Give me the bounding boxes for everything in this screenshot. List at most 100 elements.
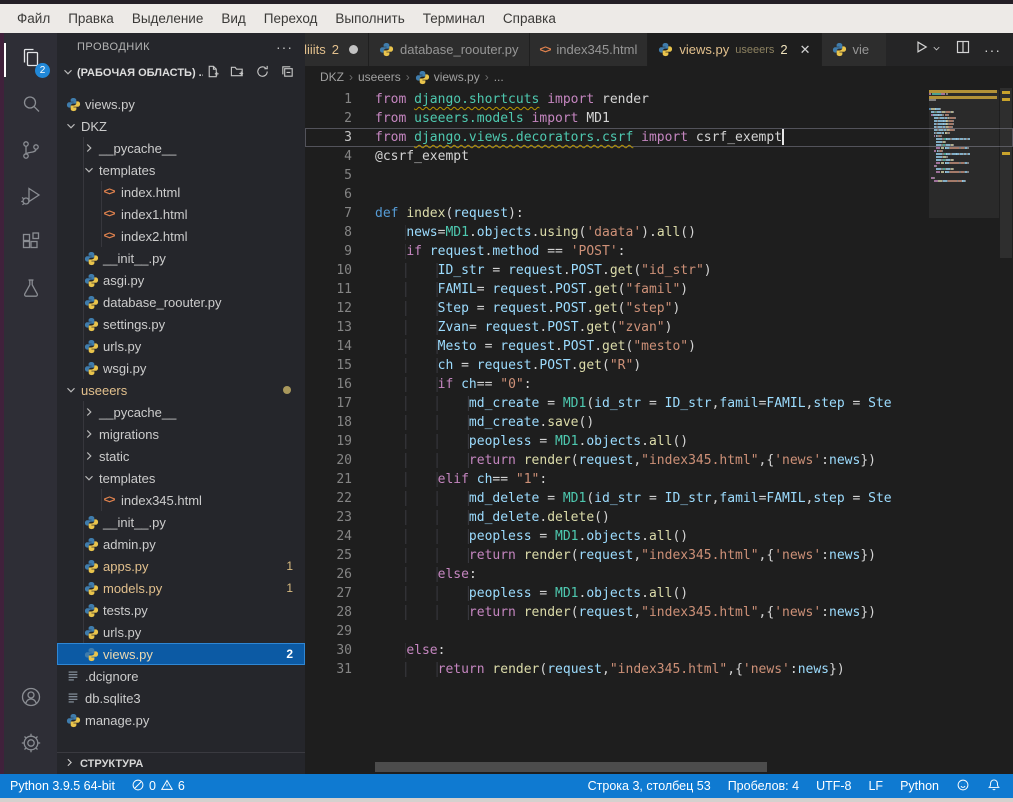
tree-file-db.sqlite3[interactable]: db.sqlite3: [57, 687, 305, 709]
tree-file-settings.py[interactable]: settings.py: [57, 313, 305, 335]
new-file-icon[interactable]: [205, 64, 220, 82]
menu-item[interactable]: Выполнить: [326, 11, 413, 26]
sidebar-more-actions-icon[interactable]: ···: [276, 39, 293, 55]
code-line-5[interactable]: 5: [305, 166, 1013, 185]
code-line-24[interactable]: 24 peopless = MD1.objects.all(): [305, 527, 1013, 546]
code-line-9[interactable]: 9 if request.method == 'POST':: [305, 242, 1013, 261]
feedback-button[interactable]: [956, 778, 970, 795]
code-line-12[interactable]: 12 Step = request.POST.get("step"): [305, 299, 1013, 318]
tree-file-views.py[interactable]: views.py: [57, 93, 305, 115]
activity-source-control-button[interactable]: [4, 129, 57, 175]
eol-status[interactable]: LF: [868, 779, 883, 793]
problems-status[interactable]: 0 6: [131, 778, 185, 795]
tree-file-urls.py[interactable]: urls.py: [57, 621, 305, 643]
tab-diiits[interactable]: diiits2: [305, 33, 369, 66]
code-line-22[interactable]: 22 md_delete = MD1(id_str = ID_str,famil…: [305, 489, 1013, 508]
workspace-section-header[interactable]: (РАБОЧАЯ ОБЛАСТЬ) ...: [57, 61, 305, 85]
tree-file-wsgi.py[interactable]: wsgi.py: [57, 357, 305, 379]
breadcrumb-item[interactable]: views.py: [415, 70, 480, 85]
tree-file-manage.py[interactable]: manage.py: [57, 709, 305, 731]
code-line-10[interactable]: 10 ID_str = request.POST.get("id_str"): [305, 261, 1013, 280]
close-icon[interactable]: ✕: [800, 42, 811, 58]
more-actions-icon[interactable]: ···: [984, 42, 1001, 58]
collapse-all-icon[interactable]: [280, 64, 295, 82]
tree-folder-__pycache__[interactable]: __pycache__: [57, 401, 305, 423]
account-button[interactable]: [4, 676, 57, 722]
tree-file-index2.html[interactable]: <>index2.html: [57, 225, 305, 247]
code-line-15[interactable]: 15 ch = request.POST.get("R"): [305, 356, 1013, 375]
code-line-21[interactable]: 21 elif ch== "1":: [305, 470, 1013, 489]
tree-folder-DKZ[interactable]: DKZ: [57, 115, 305, 137]
code-line-19[interactable]: 19 peopless = MD1.objects.all(): [305, 432, 1013, 451]
code-line-27[interactable]: 27 peopless = MD1.objects.all(): [305, 584, 1013, 603]
tab-index345.html[interactable]: <>index345.html: [530, 33, 649, 66]
activity-run-debug-button[interactable]: [4, 175, 57, 221]
tree-folder-useeers[interactable]: useeers: [57, 379, 305, 401]
tree-file-.dcignore[interactable]: .dcignore: [57, 665, 305, 687]
menu-item[interactable]: Вид: [212, 11, 254, 26]
tree-folder-__pycache__[interactable]: __pycache__: [57, 137, 305, 159]
tree-file-index345.html[interactable]: <>index345.html: [57, 489, 305, 511]
tree-file-views.py[interactable]: views.py2: [57, 643, 305, 665]
horizontal-scrollbar[interactable]: [375, 762, 767, 772]
tree-file-tests.py[interactable]: tests.py: [57, 599, 305, 621]
menu-item[interactable]: Переход: [255, 11, 327, 26]
menu-item[interactable]: Терминал: [414, 11, 494, 26]
code-line-6[interactable]: 6: [305, 185, 1013, 204]
code-line-30[interactable]: 30 else:: [305, 641, 1013, 660]
code-line-26[interactable]: 26 else:: [305, 565, 1013, 584]
code-line-18[interactable]: 18 md_create.save(): [305, 413, 1013, 432]
code-line-29[interactable]: 29: [305, 622, 1013, 641]
tree-file-asgi.py[interactable]: asgi.py: [57, 269, 305, 291]
run-button[interactable]: [913, 39, 942, 60]
code-line-8[interactable]: 8 news=MD1.objects.using('daata').all(): [305, 223, 1013, 242]
code-line-13[interactable]: 13 Zvan= request.POST.get("zvan"): [305, 318, 1013, 337]
tree-file-urls.py[interactable]: urls.py: [57, 335, 305, 357]
code-line-17[interactable]: 17 md_create = MD1(id_str = ID_str,famil…: [305, 394, 1013, 413]
tree-file-index.html[interactable]: <>index.html: [57, 181, 305, 203]
cursor-position-status[interactable]: Строка 3, столбец 53: [588, 779, 711, 793]
code-line-7[interactable]: 7def index(request):: [305, 204, 1013, 223]
code-line-4[interactable]: 4@csrf_exempt: [305, 147, 1013, 166]
code-line-31[interactable]: 31 return render(request,"index345.html"…: [305, 660, 1013, 679]
vertical-scrollbar-slider[interactable]: [1000, 88, 1012, 258]
code-line-23[interactable]: 23 md_delete.delete(): [305, 508, 1013, 527]
activity-extensions-button[interactable]: [4, 221, 57, 267]
code-line-3[interactable]: 3from django.views.decorators.csrf impor…: [305, 128, 1013, 147]
code-editor[interactable]: 1from django.shortcuts import render2fro…: [305, 88, 1013, 774]
tree-folder-static[interactable]: static: [57, 445, 305, 467]
tree-file-database_roouter.py[interactable]: database_roouter.py: [57, 291, 305, 313]
minimap[interactable]: [929, 90, 999, 290]
split-editor-icon[interactable]: [955, 39, 971, 60]
tree-file-apps.py[interactable]: apps.py1: [57, 555, 305, 577]
language-mode-status[interactable]: Python: [900, 779, 939, 793]
vertical-scrollbar[interactable]: [999, 88, 1013, 774]
menu-item[interactable]: Файл: [8, 11, 59, 26]
outline-section-header[interactable]: СТРУКТУРА: [57, 752, 305, 774]
tree-folder-migrations[interactable]: migrations: [57, 423, 305, 445]
code-line-1[interactable]: 1from django.shortcuts import render: [305, 90, 1013, 109]
code-line-11[interactable]: 11 FAMIL= request.POST.get("famil"): [305, 280, 1013, 299]
menu-item[interactable]: Правка: [59, 11, 123, 26]
code-line-16[interactable]: 16 if ch== "0":: [305, 375, 1013, 394]
tree-file-admin.py[interactable]: admin.py: [57, 533, 305, 555]
tab-database_roouter.py[interactable]: database_roouter.py: [369, 33, 530, 66]
code-line-14[interactable]: 14 Mesto = request.POST.get("mesto"): [305, 337, 1013, 356]
tree-folder-templates[interactable]: templates: [57, 467, 305, 489]
code-line-2[interactable]: 2from useeers.models import MD1: [305, 109, 1013, 128]
notifications-button[interactable]: [987, 778, 1001, 795]
tree-folder-templates[interactable]: templates: [57, 159, 305, 181]
activity-explorer-button[interactable]: 2: [4, 37, 57, 83]
breadcrumb-item[interactable]: ...: [494, 70, 504, 84]
code-line-28[interactable]: 28 return render(request,"index345.html"…: [305, 603, 1013, 622]
settings-button[interactable]: [4, 722, 57, 768]
tree-file-__init__.py[interactable]: __init__.py: [57, 511, 305, 533]
breadcrumb-item[interactable]: DKZ: [320, 70, 344, 84]
tab-vie[interactable]: vie: [822, 33, 886, 66]
menu-item[interactable]: Справка: [494, 11, 565, 26]
refresh-icon[interactable]: [255, 64, 270, 82]
tree-file-models.py[interactable]: models.py1: [57, 577, 305, 599]
tree-file-index1.html[interactable]: <>index1.html: [57, 203, 305, 225]
activity-testing-button[interactable]: [4, 267, 57, 313]
menu-item[interactable]: Выделение: [123, 11, 213, 26]
